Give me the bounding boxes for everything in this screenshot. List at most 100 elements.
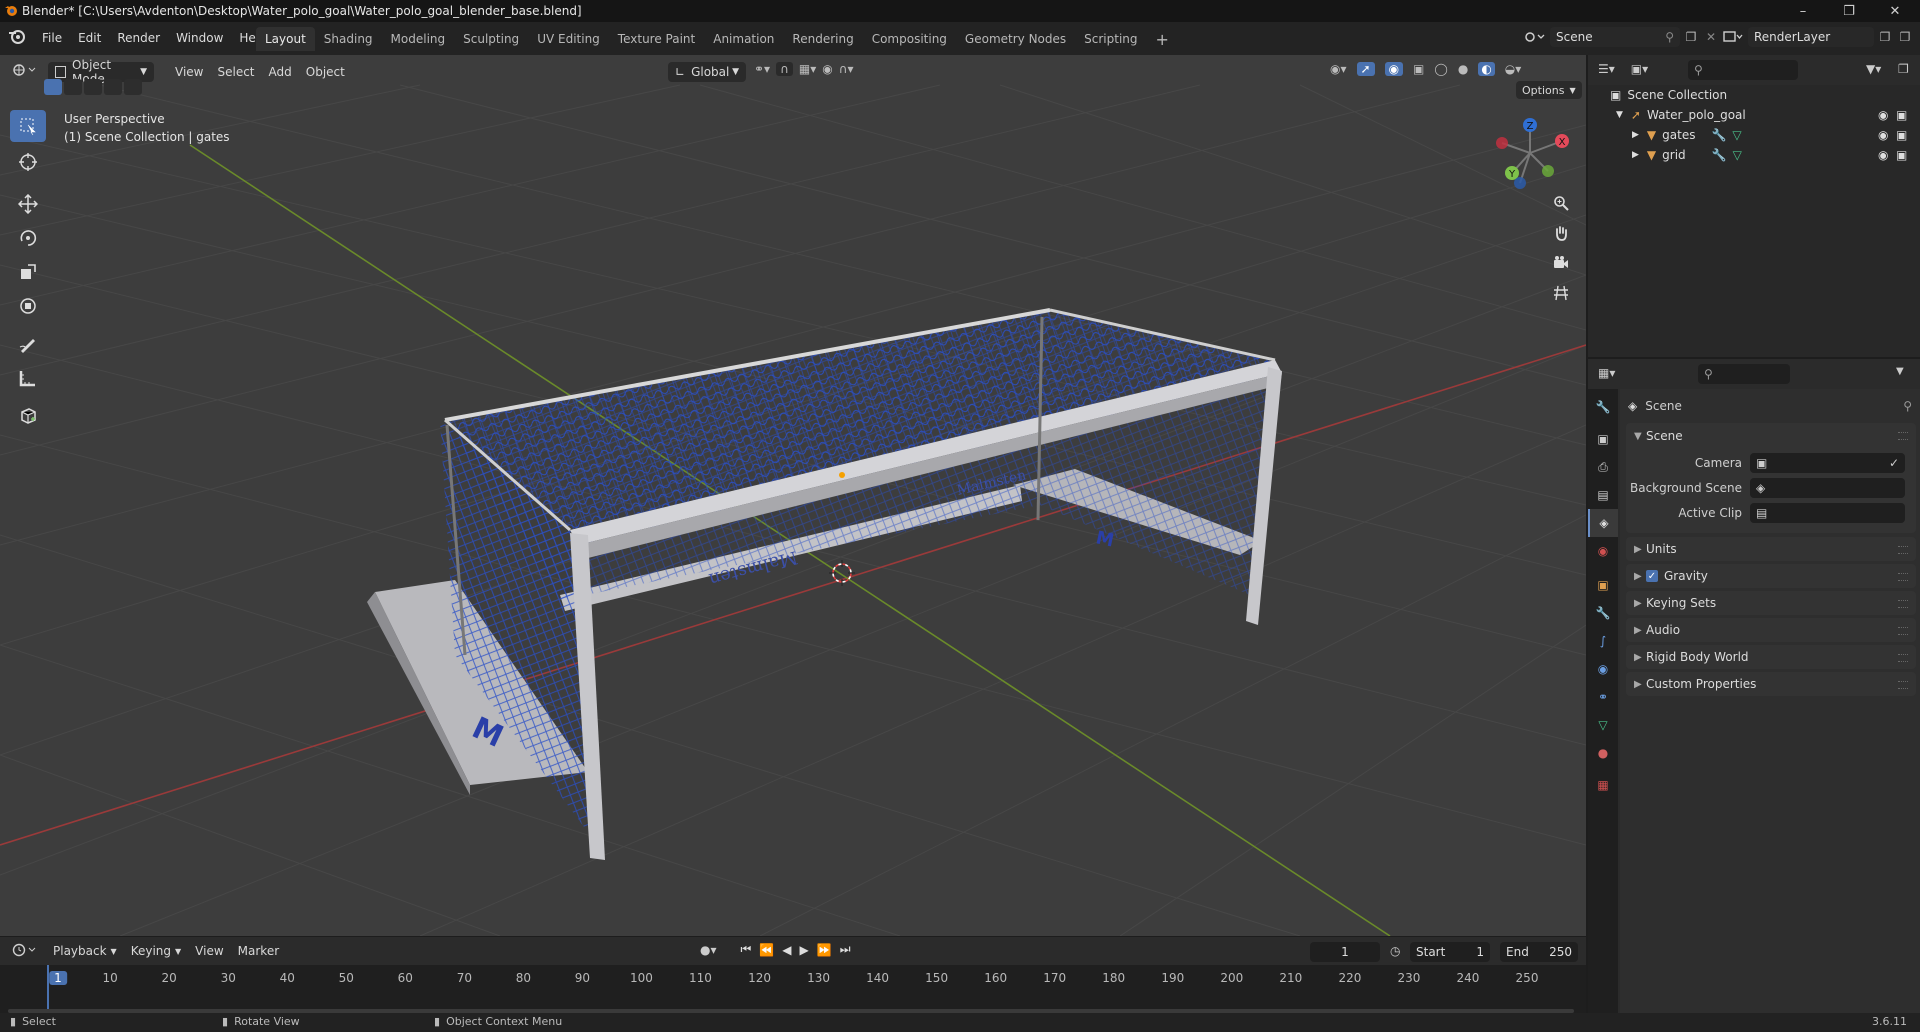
tab-rendering[interactable]: Rendering	[783, 27, 862, 51]
tab-scripting[interactable]: Scripting	[1075, 27, 1146, 51]
scene-type-icon[interactable]	[1524, 29, 1550, 45]
play-reverse-icon[interactable]: ◀	[782, 943, 791, 957]
add-workspace-button[interactable]: +	[1147, 27, 1178, 51]
outliner-item-grid[interactable]: ▶ ▼ grid 🔧 ▽ ◉ ▣	[1588, 145, 1920, 165]
menu-view[interactable]: View	[168, 62, 210, 82]
expand-arrow-icon[interactable]: ▶	[1632, 130, 1639, 140]
custom-properties-panel[interactable]: ▶ Custom Properties	[1626, 672, 1916, 696]
new-scene-icon[interactable]: ❐	[1680, 30, 1702, 44]
active-clip-field[interactable]: ▤	[1750, 503, 1905, 523]
delete-scene-icon[interactable]: ✕	[1702, 30, 1720, 44]
timeline-editor[interactable]: Playback ▼ Keying ▼ View Marker ●▾ ⏮ ⏪ ◀ ▶…	[0, 937, 1586, 1013]
timeline-ruler[interactable]: 1 10 20 30 40 50 60 70 80 90 100 110 120 130 140 150 160…	[0, 965, 1586, 1013]
ortho-toggle-icon[interactable]	[1548, 280, 1574, 306]
view-layer-field[interactable]: RenderLayer	[1748, 27, 1874, 47]
wireframe-shading-icon[interactable]: ◯	[1434, 62, 1447, 76]
preview-range-icon[interactable]: ◷	[1390, 944, 1400, 958]
expand-arrow-icon[interactable]: ▶	[1632, 150, 1639, 160]
material-tab-icon[interactable]: ●	[1588, 739, 1618, 767]
tab-sculpting[interactable]: Sculpting	[454, 27, 528, 51]
modifier-tab-icon[interactable]: 🔧	[1588, 599, 1618, 627]
modifier-wrench-icon[interactable]: 🔧	[1711, 128, 1726, 142]
render-camera-icon[interactable]: ▣	[1896, 128, 1907, 142]
tab-uv-editing[interactable]: UV Editing	[528, 27, 609, 51]
audio-panel[interactable]: ▶ Audio	[1626, 618, 1916, 642]
properties-options-icon[interactable]: ▼	[1896, 366, 1904, 377]
tab-animation[interactable]: Animation	[704, 27, 783, 51]
outliner-scene-collection[interactable]: ▣ Scene Collection	[1588, 85, 1920, 105]
current-frame-field[interactable]: 1	[1310, 942, 1380, 962]
outliner-item-gates[interactable]: ▶ ▼ gates 🔧 ▽ ◉ ▣	[1588, 125, 1920, 145]
jump-start-icon[interactable]: ⏮	[741, 942, 752, 957]
menu-add[interactable]: Add	[262, 62, 299, 82]
menu-select[interactable]: Select	[210, 62, 261, 82]
select-subtract-icon[interactable]	[84, 79, 102, 95]
material-shading-icon[interactable]: ◐	[1478, 62, 1495, 76]
camera-view-icon[interactable]	[1548, 250, 1574, 276]
mesh-data-icon[interactable]: ▽	[1733, 148, 1742, 162]
transform-tool[interactable]	[10, 290, 46, 322]
menu-object[interactable]: Object	[299, 62, 352, 82]
world-tab-icon[interactable]: ◉	[1588, 537, 1618, 565]
filter-icon[interactable]: ▼▾	[1866, 62, 1881, 76]
tab-layout[interactable]: Layout	[256, 27, 315, 51]
pin-icon[interactable]: ⚲	[1903, 399, 1912, 413]
data-tab-icon[interactable]: ▽	[1588, 711, 1618, 739]
remove-view-layer-icon[interactable]: ❐	[1896, 30, 1914, 44]
display-mode-icon[interactable]: ▣▾	[1631, 62, 1648, 76]
gravity-panel[interactable]: ▶ ✓ Gravity	[1626, 564, 1916, 588]
solid-shading-icon[interactable]: ●	[1458, 62, 1468, 76]
navigation-gizmo[interactable]: Z X Y	[1490, 113, 1570, 193]
editor-type-button[interactable]	[10, 62, 38, 78]
texture-tab-icon[interactable]: ▦	[1588, 771, 1618, 799]
expand-arrow-icon[interactable]: ▼	[1616, 110, 1623, 120]
constraints-tab-icon[interactable]: ⚭	[1588, 683, 1618, 711]
tab-modeling[interactable]: Modeling	[382, 27, 455, 51]
maximize-button[interactable]: ❐	[1826, 0, 1872, 22]
render-camera-icon[interactable]: ▣	[1896, 108, 1907, 122]
view-layer-icon[interactable]	[1722, 29, 1748, 45]
camera-field[interactable]: ▣ ✓	[1750, 453, 1905, 473]
snap-toggle-icon[interactable]: ∩	[776, 62, 793, 76]
background-scene-field[interactable]: ◈	[1750, 478, 1905, 498]
outliner-search-input[interactable]: ⚲	[1688, 60, 1798, 80]
render-camera-icon[interactable]: ▣	[1896, 148, 1907, 162]
viewport-scene[interactable]: M M Malmsten Malmsten	[0, 55, 1586, 936]
overlays-toggle-icon[interactable]: ◉	[1384, 62, 1404, 76]
pin-icon[interactable]: ⚲	[1665, 30, 1674, 44]
mesh-data-icon[interactable]: ▽	[1732, 128, 1741, 142]
scene-name-field[interactable]: Scene ⚲	[1550, 27, 1680, 47]
units-panel[interactable]: ▶ Units	[1626, 537, 1916, 561]
select-new-icon[interactable]	[44, 79, 62, 95]
close-button[interactable]: ✕	[1872, 0, 1918, 22]
timeline-menu-playback[interactable]: Playback ▼	[46, 941, 124, 961]
new-collection-icon[interactable]: ❐	[1898, 62, 1909, 76]
jump-keyframe-forward-icon[interactable]: ⏩	[817, 943, 832, 957]
annotate-tool[interactable]	[10, 328, 46, 360]
properties-search-input[interactable]: ⚲	[1698, 364, 1790, 384]
tab-compositing[interactable]: Compositing	[863, 27, 956, 51]
snap-target-icon[interactable]: ▦▾	[799, 62, 816, 76]
measure-tool[interactable]	[10, 362, 46, 394]
pan-hand-icon[interactable]	[1548, 220, 1574, 246]
tab-geometry-nodes[interactable]: Geometry Nodes	[956, 27, 1075, 51]
tab-shading[interactable]: Shading	[315, 27, 382, 51]
visibility-eye-icon[interactable]: ◉	[1878, 108, 1888, 122]
outliner-item-water-polo-goal[interactable]: ▼ ➚ Water_polo_goal ◉ ▣	[1588, 105, 1920, 125]
select-intersect-icon[interactable]	[124, 79, 142, 95]
particles-tab-icon[interactable]: ∫	[1588, 627, 1618, 655]
timeline-menu-view[interactable]: View	[188, 941, 230, 961]
3d-viewport[interactable]: M M Malmsten Malmsten Object Mode ▼ View…	[0, 55, 1586, 936]
add-cube-tool[interactable]	[10, 400, 46, 432]
select-box-tool[interactable]	[10, 110, 46, 142]
menu-file[interactable]: File	[34, 27, 70, 49]
tool-tab-icon[interactable]: 🔧	[1588, 393, 1618, 421]
timeline-menu-marker[interactable]: Marker	[231, 941, 286, 961]
cursor-tool[interactable]	[10, 146, 46, 178]
outliner-editor[interactable]: ☰▾ ▣▾ ⚲ ▼▾ ❐ ▣ Scene Collection ▼ ➚ Wate…	[1588, 55, 1920, 357]
visibility-icon[interactable]: ◉▾	[1330, 62, 1347, 76]
modifier-wrench-icon[interactable]: 🔧	[1712, 148, 1727, 162]
auto-keying-icon[interactable]: ●▾	[700, 943, 717, 957]
scene-panel-header[interactable]: ▼ Scene	[1626, 423, 1916, 449]
jump-keyframe-back-icon[interactable]: ⏪	[759, 943, 774, 957]
